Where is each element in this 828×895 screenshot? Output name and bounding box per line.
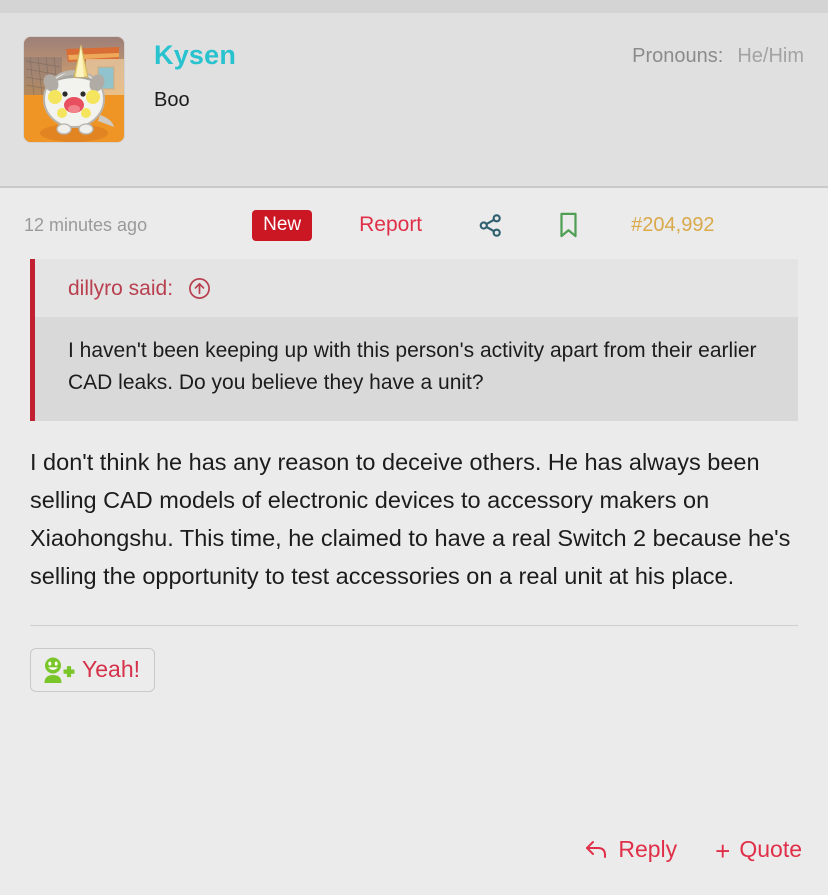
reply-label: Reply xyxy=(618,836,678,862)
report-button[interactable]: Report xyxy=(359,213,422,237)
quote-button[interactable]: + Quote xyxy=(715,835,802,866)
reaction-label: Yeah! xyxy=(82,656,140,683)
add-reaction-button[interactable]: Yeah! xyxy=(30,647,155,692)
post-timestamp: 12 minutes ago xyxy=(24,214,148,235)
reactions-row: Yeah! xyxy=(30,647,798,692)
author-username[interactable]: Kysen xyxy=(154,40,236,71)
author-title: Boo xyxy=(154,88,190,111)
avatar[interactable] xyxy=(24,37,124,142)
post-card: Kysen Boo Pronouns: He/Him 12 minutes ag… xyxy=(0,0,828,895)
add-reaction-icon xyxy=(44,657,75,683)
bookmark-icon xyxy=(560,213,577,238)
quote-author: dillyro said: xyxy=(68,276,174,300)
quote-block: dillyro said: I haven't been keeping up … xyxy=(30,258,798,421)
share-button[interactable] xyxy=(477,212,504,239)
quote-text: I haven't been keeping up with this pers… xyxy=(35,316,798,421)
post-body-text: I don't think he has any reason to decei… xyxy=(30,448,791,589)
post-footer-actions: Reply + Quote xyxy=(585,835,802,866)
reply-button[interactable]: Reply xyxy=(585,836,677,863)
quote-jump-button[interactable] xyxy=(188,277,211,300)
plus-icon: + xyxy=(715,835,731,866)
content-divider xyxy=(30,624,798,626)
new-badge: New xyxy=(252,210,313,241)
circled-up-arrow-icon xyxy=(189,278,210,300)
pronouns-value: He/Him xyxy=(737,45,804,67)
post-header: Kysen Boo Pronouns: He/Him xyxy=(0,13,828,188)
post-meta-bar: 12 minutes ago New Report #204,992 xyxy=(0,188,828,251)
pronouns-label: Pronouns: xyxy=(632,45,724,67)
top-strip xyxy=(0,0,828,13)
quote-header: dillyro said: xyxy=(35,258,798,317)
post-number-link[interactable]: #204,992 xyxy=(631,214,714,237)
author-block: Kysen Boo xyxy=(154,37,632,112)
bookmark-button[interactable] xyxy=(556,211,581,239)
quote-label: Quote xyxy=(739,836,802,862)
reply-arrow-icon xyxy=(586,840,607,858)
pronouns-block: Pronouns: He/Him xyxy=(632,37,804,68)
pokemon-avatar xyxy=(24,37,124,142)
share-icon xyxy=(479,214,501,237)
post-actions: New Report #204,992 xyxy=(147,210,804,241)
